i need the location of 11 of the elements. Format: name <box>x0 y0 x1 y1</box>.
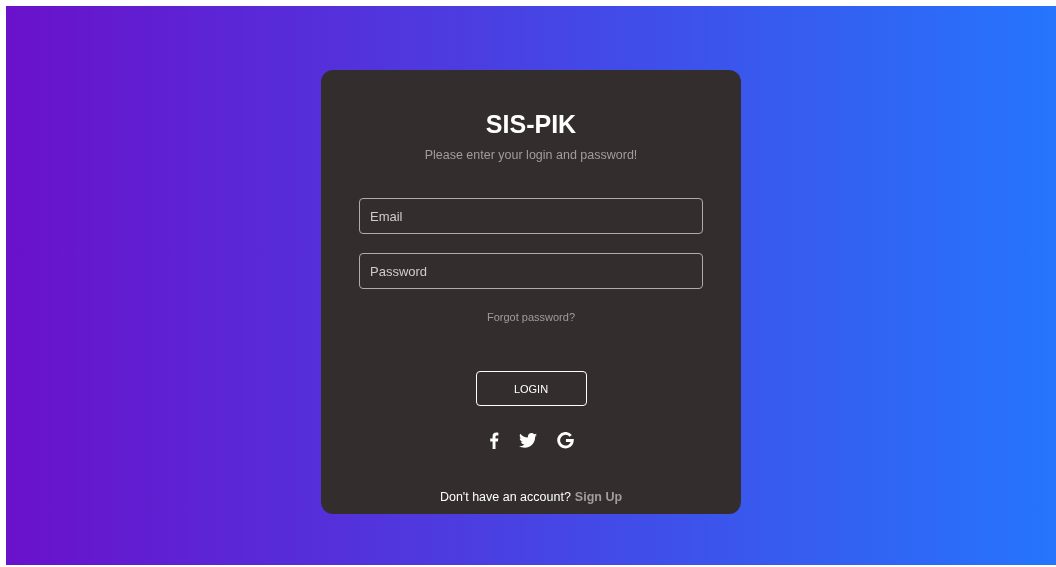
signup-prompt: Don't have an account? <box>439 490 571 504</box>
sign-up-link[interactable]: Sign Up <box>574 490 623 504</box>
app-title: SIS-PIK <box>485 110 577 138</box>
input-field[interactable]: Email <box>359 198 703 234</box>
facebook-icon[interactable] <box>488 431 499 449</box>
login-button[interactable]: LOGIN <box>475 371 587 406</box>
forgot-password-link[interactable]: Forgot password? <box>486 311 575 323</box>
subtitle: Please enter your login and password! <box>424 148 638 162</box>
google-icon[interactable] <box>556 431 574 449</box>
input-field[interactable]: Password <box>359 253 703 289</box>
bird-icon[interactable] <box>518 432 537 448</box>
